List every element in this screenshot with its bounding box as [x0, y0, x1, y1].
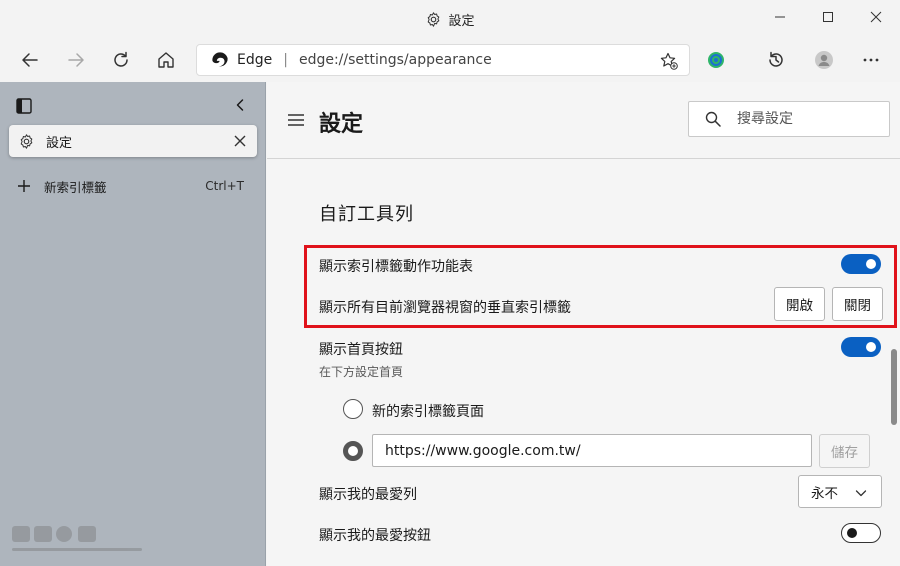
more-menu-button[interactable] — [855, 44, 887, 76]
close-icon — [870, 11, 882, 23]
hamburger-menu-icon[interactable] — [287, 112, 305, 128]
home-icon — [158, 52, 174, 68]
home-button-label: 顯示首頁按鈕 — [319, 342, 403, 358]
back-button[interactable] — [14, 44, 46, 76]
chevron-down-icon — [855, 490, 867, 497]
minimize-icon — [775, 16, 785, 18]
extension-button[interactable] — [700, 44, 732, 76]
maximize-icon — [823, 12, 833, 22]
home-url-radio[interactable] — [343, 441, 363, 461]
vertical-tabs-header — [0, 82, 266, 128]
maximize-button[interactable] — [804, 0, 852, 34]
favorites-bar-select[interactable]: 永不 — [798, 475, 882, 508]
profile-button[interactable] — [808, 44, 840, 76]
history-icon — [769, 51, 783, 67]
window-title-text: 設定 — [448, 13, 475, 29]
search-settings-box[interactable] — [688, 101, 890, 137]
address-bar[interactable]: Edge | edge://settings/appearance — [196, 44, 690, 76]
close-tab-icon[interactable] — [233, 134, 247, 148]
address-separator: | — [283, 52, 288, 68]
navigation-bar: Edge | edge://settings/appearance — [0, 38, 900, 82]
site-name: Edge — [237, 52, 273, 68]
page-title: 設定 — [319, 112, 364, 137]
watermark-logo — [12, 526, 142, 551]
home-button-toggle[interactable] — [841, 337, 881, 357]
arrow-left-icon — [22, 53, 38, 67]
arrow-right-icon — [68, 53, 84, 67]
home-newtab-label: 新的索引標籤頁面 — [372, 404, 484, 420]
gear-icon — [20, 133, 33, 149]
home-button-sublabel: 在下方設定首頁 — [319, 365, 404, 379]
minimize-button[interactable] — [756, 0, 804, 34]
refresh-icon — [114, 51, 128, 67]
favorites-bar-select-value: 永不 — [811, 485, 838, 502]
close-window-button[interactable] — [852, 0, 900, 34]
new-tab-label: 新索引標籤 — [44, 179, 107, 195]
edge-logo-icon — [212, 52, 228, 67]
tab-settings[interactable]: 設定 — [9, 125, 257, 157]
avatar-icon — [815, 51, 833, 69]
refresh-button[interactable] — [105, 44, 137, 76]
gear-icon — [428, 11, 440, 27]
settings-page: 設定 自訂工具列 顯示索引標籤動作功能表 顯示所有目前瀏覽器視窗的垂直索引標籤 … — [267, 82, 900, 566]
chevron-left-icon[interactable] — [232, 97, 248, 113]
tab-actions-icon[interactable] — [15, 97, 33, 115]
history-button[interactable] — [760, 44, 792, 76]
new-tab-shortcut: Ctrl+T — [205, 179, 244, 193]
tab-label: 設定 — [46, 135, 73, 151]
favorites-bar-label: 顯示我的最愛列 — [319, 487, 417, 503]
more-icon — [863, 58, 879, 62]
section-title: 自訂工具列 — [319, 204, 414, 225]
favorites-button-label: 顯示我的最愛按鈕 — [319, 528, 431, 544]
new-tab-button[interactable]: 新索引標籤 Ctrl+T — [0, 174, 266, 198]
vertical-tabs-panel: 設定 新索引標籤 Ctrl+T — [0, 82, 266, 566]
url-text: edge://settings/appearance — [298, 52, 492, 68]
forward-button[interactable] — [60, 44, 92, 76]
home-button[interactable] — [150, 44, 182, 76]
favorites-button-toggle[interactable] — [841, 523, 881, 543]
home-url-input[interactable] — [372, 434, 812, 467]
scrollbar-thumb[interactable] — [891, 349, 897, 425]
toggle-knob — [847, 528, 857, 538]
highlight-annotation — [304, 245, 897, 328]
home-newtab-radio[interactable] — [343, 399, 363, 419]
toggle-knob — [866, 342, 876, 352]
search-icon — [705, 111, 721, 127]
search-settings-input[interactable] — [737, 111, 877, 127]
plus-icon — [18, 180, 30, 192]
settings-header: 設定 — [267, 82, 900, 159]
save-button[interactable]: 儲存 — [819, 434, 870, 468]
extension-icon — [708, 52, 724, 68]
add-favorite-icon[interactable] — [659, 51, 679, 71]
title-bar: 設定 — [0, 0, 900, 38]
